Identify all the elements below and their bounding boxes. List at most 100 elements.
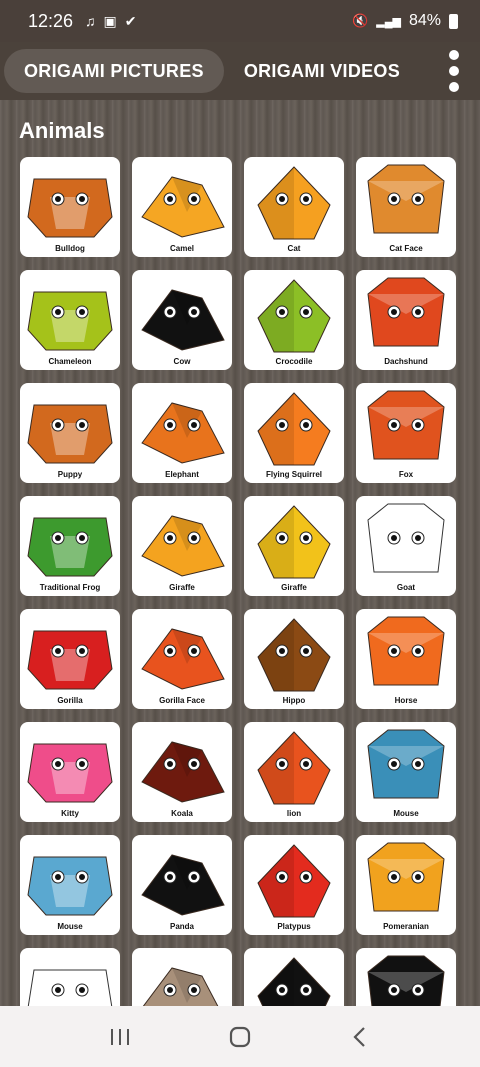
animal-card-label: Dachshund <box>384 357 428 366</box>
animal-card[interactable]: Bulldog <box>20 157 120 257</box>
animal-card-label: Mouse <box>393 809 419 818</box>
animal-image <box>257 957 331 1006</box>
animal-card[interactable]: Elephant <box>132 383 232 483</box>
status-time: 12:26 <box>28 10 74 31</box>
animal-card-label: Horse <box>394 696 418 705</box>
animal-card[interactable] <box>356 948 456 1006</box>
animal-image <box>141 854 225 916</box>
animal-card-label: Giraffe <box>169 583 195 592</box>
animal-image <box>367 390 445 460</box>
animal-grid: Bulldog Camel Cat Cat Face Chameleon Cow <box>20 157 460 1006</box>
animal-image <box>27 969 113 1006</box>
animal-card[interactable]: Dachshund <box>356 270 456 370</box>
animal-card-label: Gorilla <box>57 696 83 705</box>
animal-card[interactable] <box>20 948 120 1006</box>
animal-image <box>141 628 225 690</box>
animal-card[interactable]: Panda <box>132 835 232 935</box>
animal-card[interactable]: Mouse <box>356 722 456 822</box>
animal-card[interactable]: Giraffe <box>132 496 232 596</box>
animal-card-label: Cow <box>173 357 191 366</box>
animal-card[interactable]: Koala <box>132 722 232 822</box>
animal-image <box>367 955 445 1006</box>
mute-icon: 🔇 <box>352 13 369 28</box>
animal-card-label: Pomeranian <box>383 922 429 931</box>
animal-card-label: Kitty <box>61 809 79 818</box>
animal-card-label: Gorilla Face <box>159 696 205 705</box>
image-icon: ▣ <box>103 12 117 29</box>
content-area[interactable]: Animals Bulldog Camel Cat Cat Face Chame… <box>0 100 480 1006</box>
animal-image <box>141 289 225 351</box>
recent-apps-icon <box>111 1028 129 1045</box>
animal-card[interactable]: Cat <box>244 157 344 257</box>
animal-image <box>367 842 445 912</box>
back-icon <box>353 1026 365 1047</box>
recent-apps-button[interactable] <box>100 1017 140 1057</box>
tab-origami-pictures[interactable]: ORIGAMI PICTURES <box>4 49 224 93</box>
animal-image <box>141 515 225 577</box>
system-nav-bar <box>0 1006 480 1067</box>
animal-image <box>27 856 113 916</box>
notification-icons: ♫ ▣ ✔ <box>85 13 136 30</box>
animal-card-label: Elephant <box>165 470 199 479</box>
check-icon: ✔ <box>124 12 137 29</box>
animal-image <box>27 517 113 577</box>
home-icon <box>229 1026 251 1047</box>
animal-card[interactable]: Mouse <box>20 835 120 935</box>
animal-card-label: Cat Face <box>389 244 423 253</box>
animal-card[interactable]: Platypus <box>244 835 344 935</box>
animal-card-label: Koala <box>171 809 193 818</box>
animal-card-label: Fox <box>398 470 414 479</box>
animal-image <box>367 616 445 686</box>
animal-card[interactable] <box>132 948 232 1006</box>
animal-card-label: Mouse <box>57 922 83 931</box>
battery-icon <box>449 13 458 29</box>
battery-level: 84% <box>408 12 441 29</box>
animal-card[interactable]: Crocodile <box>244 270 344 370</box>
animal-card[interactable]: Puppy <box>20 383 120 483</box>
animal-card[interactable]: lion <box>244 722 344 822</box>
tab-bar: ORIGAMI PICTURES ORIGAMI VIDEOS <box>0 42 480 100</box>
animal-card[interactable]: Fox <box>356 383 456 483</box>
tab-origami-videos[interactable]: ORIGAMI VIDEOS <box>224 49 420 93</box>
animal-image <box>257 392 331 466</box>
animal-image <box>367 503 445 573</box>
animal-card[interactable] <box>244 948 344 1006</box>
animal-card-label: Panda <box>169 922 194 931</box>
back-button[interactable] <box>340 1017 380 1057</box>
animal-image <box>257 844 331 918</box>
animal-image <box>257 279 331 353</box>
animal-image <box>141 741 225 803</box>
more-options-icon[interactable] <box>428 42 480 100</box>
animal-card-label: Traditional Frog <box>39 583 101 592</box>
animal-image <box>141 176 225 238</box>
animal-card-label: Flying Squirrel <box>265 470 322 479</box>
animal-image <box>27 404 113 464</box>
animal-image <box>257 731 331 805</box>
animal-image <box>27 743 113 803</box>
animal-image <box>257 505 331 579</box>
animal-card[interactable]: Camel <box>132 157 232 257</box>
animal-card[interactable]: Flying Squirrel <box>244 383 344 483</box>
animal-card[interactable]: Horse <box>356 609 456 709</box>
animal-card[interactable]: Kitty <box>20 722 120 822</box>
animal-card-label: Hippo <box>282 696 306 705</box>
status-bar: 12:26 ♫ ▣ ✔ 🔇 ▂▄▆ 84% <box>0 0 480 42</box>
home-button[interactable] <box>220 1017 260 1057</box>
animal-card[interactable]: Gorilla <box>20 609 120 709</box>
animal-card[interactable]: Gorilla Face <box>132 609 232 709</box>
animal-card[interactable]: Cow <box>132 270 232 370</box>
animal-card[interactable]: Goat <box>356 496 456 596</box>
animal-card[interactable]: Hippo <box>244 609 344 709</box>
animal-card[interactable]: Pomeranian <box>356 835 456 935</box>
animal-image <box>27 630 113 690</box>
animal-image <box>142 967 219 1006</box>
animal-card[interactable]: Traditional Frog <box>20 496 120 596</box>
animal-card[interactable]: Cat Face <box>356 157 456 257</box>
animal-card-label: Goat <box>396 583 416 592</box>
animal-image <box>141 402 225 464</box>
animal-card[interactable]: Giraffe <box>244 496 344 596</box>
animal-card[interactable]: Chameleon <box>20 270 120 370</box>
animal-card-label: Bulldog <box>55 244 85 253</box>
animal-card-label: Platypus <box>277 922 311 931</box>
animal-card-label: Chameleon <box>48 357 92 366</box>
